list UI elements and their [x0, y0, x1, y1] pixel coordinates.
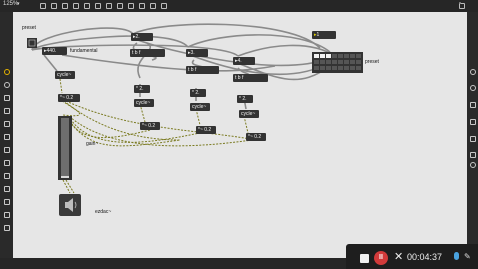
control-cords [31, 2, 461, 110]
pause-icon[interactable]: II [374, 251, 388, 265]
message-1[interactable]: ▸1 [312, 31, 336, 39]
comment-gain: gain~ [86, 141, 99, 147]
mic-icon[interactable] [454, 252, 459, 260]
patch-cords [27, 2, 461, 216]
trigger-1[interactable]: t b f [130, 49, 165, 57]
recording-toolbar: II ✕ 00:04:37 ✎ [346, 244, 478, 269]
message-3[interactable]: ▸3. [186, 49, 208, 57]
multiply-4[interactable]: * 2. [237, 95, 253, 103]
comment-fundamental: fundamental [70, 48, 98, 54]
cycle-fundamental[interactable]: cycle~ [55, 71, 75, 79]
gain-multiply-1[interactable]: *~ 0.2 [58, 94, 80, 102]
message-4[interactable]: ▸4. [233, 57, 255, 65]
stop-icon[interactable] [360, 254, 369, 263]
close-icon[interactable]: ✕ [394, 250, 403, 264]
ezdac-speaker[interactable] [59, 194, 81, 216]
comment-preset-left: preset [22, 25, 36, 31]
preset-left[interactable] [27, 38, 37, 48]
trigger-3[interactable]: t b f [233, 74, 268, 82]
number-fundamental-value: 440. [46, 48, 57, 54]
message-3-text: 3. [190, 50, 195, 56]
comment-ezdac: ezdac~ [95, 209, 112, 215]
message-4-text: 4. [237, 58, 242, 64]
preset-grid[interactable] [312, 52, 363, 73]
cycle-2[interactable]: cycle~ [134, 99, 154, 107]
cycle-3[interactable]: cycle~ [190, 103, 210, 111]
trigger-2[interactable]: t b f [186, 66, 219, 74]
message-2-text: 2. [135, 34, 140, 40]
multiply-3[interactable]: * 2. [190, 89, 206, 97]
pen-icon[interactable]: ✎ [464, 252, 471, 261]
cycle-4[interactable]: cycle~ [239, 110, 259, 118]
message-2[interactable]: ▸2. [131, 33, 153, 41]
number-fundamental[interactable]: ▸440. [42, 47, 67, 55]
recording-time: 00:04:37 [407, 252, 443, 262]
gain-slider[interactable] [58, 116, 72, 180]
multiply-2[interactable]: * 2. [134, 85, 150, 93]
gain-multiply-3[interactable]: *~ 0.2 [196, 126, 216, 134]
gain-multiply-4[interactable]: *~ 0.2 [246, 133, 266, 141]
message-1-text: 1 [316, 32, 320, 38]
gain-multiply-2[interactable]: *~ 0.2 [140, 122, 160, 130]
signal-cords [59, 78, 253, 194]
comment-preset-right: preset [365, 59, 379, 65]
